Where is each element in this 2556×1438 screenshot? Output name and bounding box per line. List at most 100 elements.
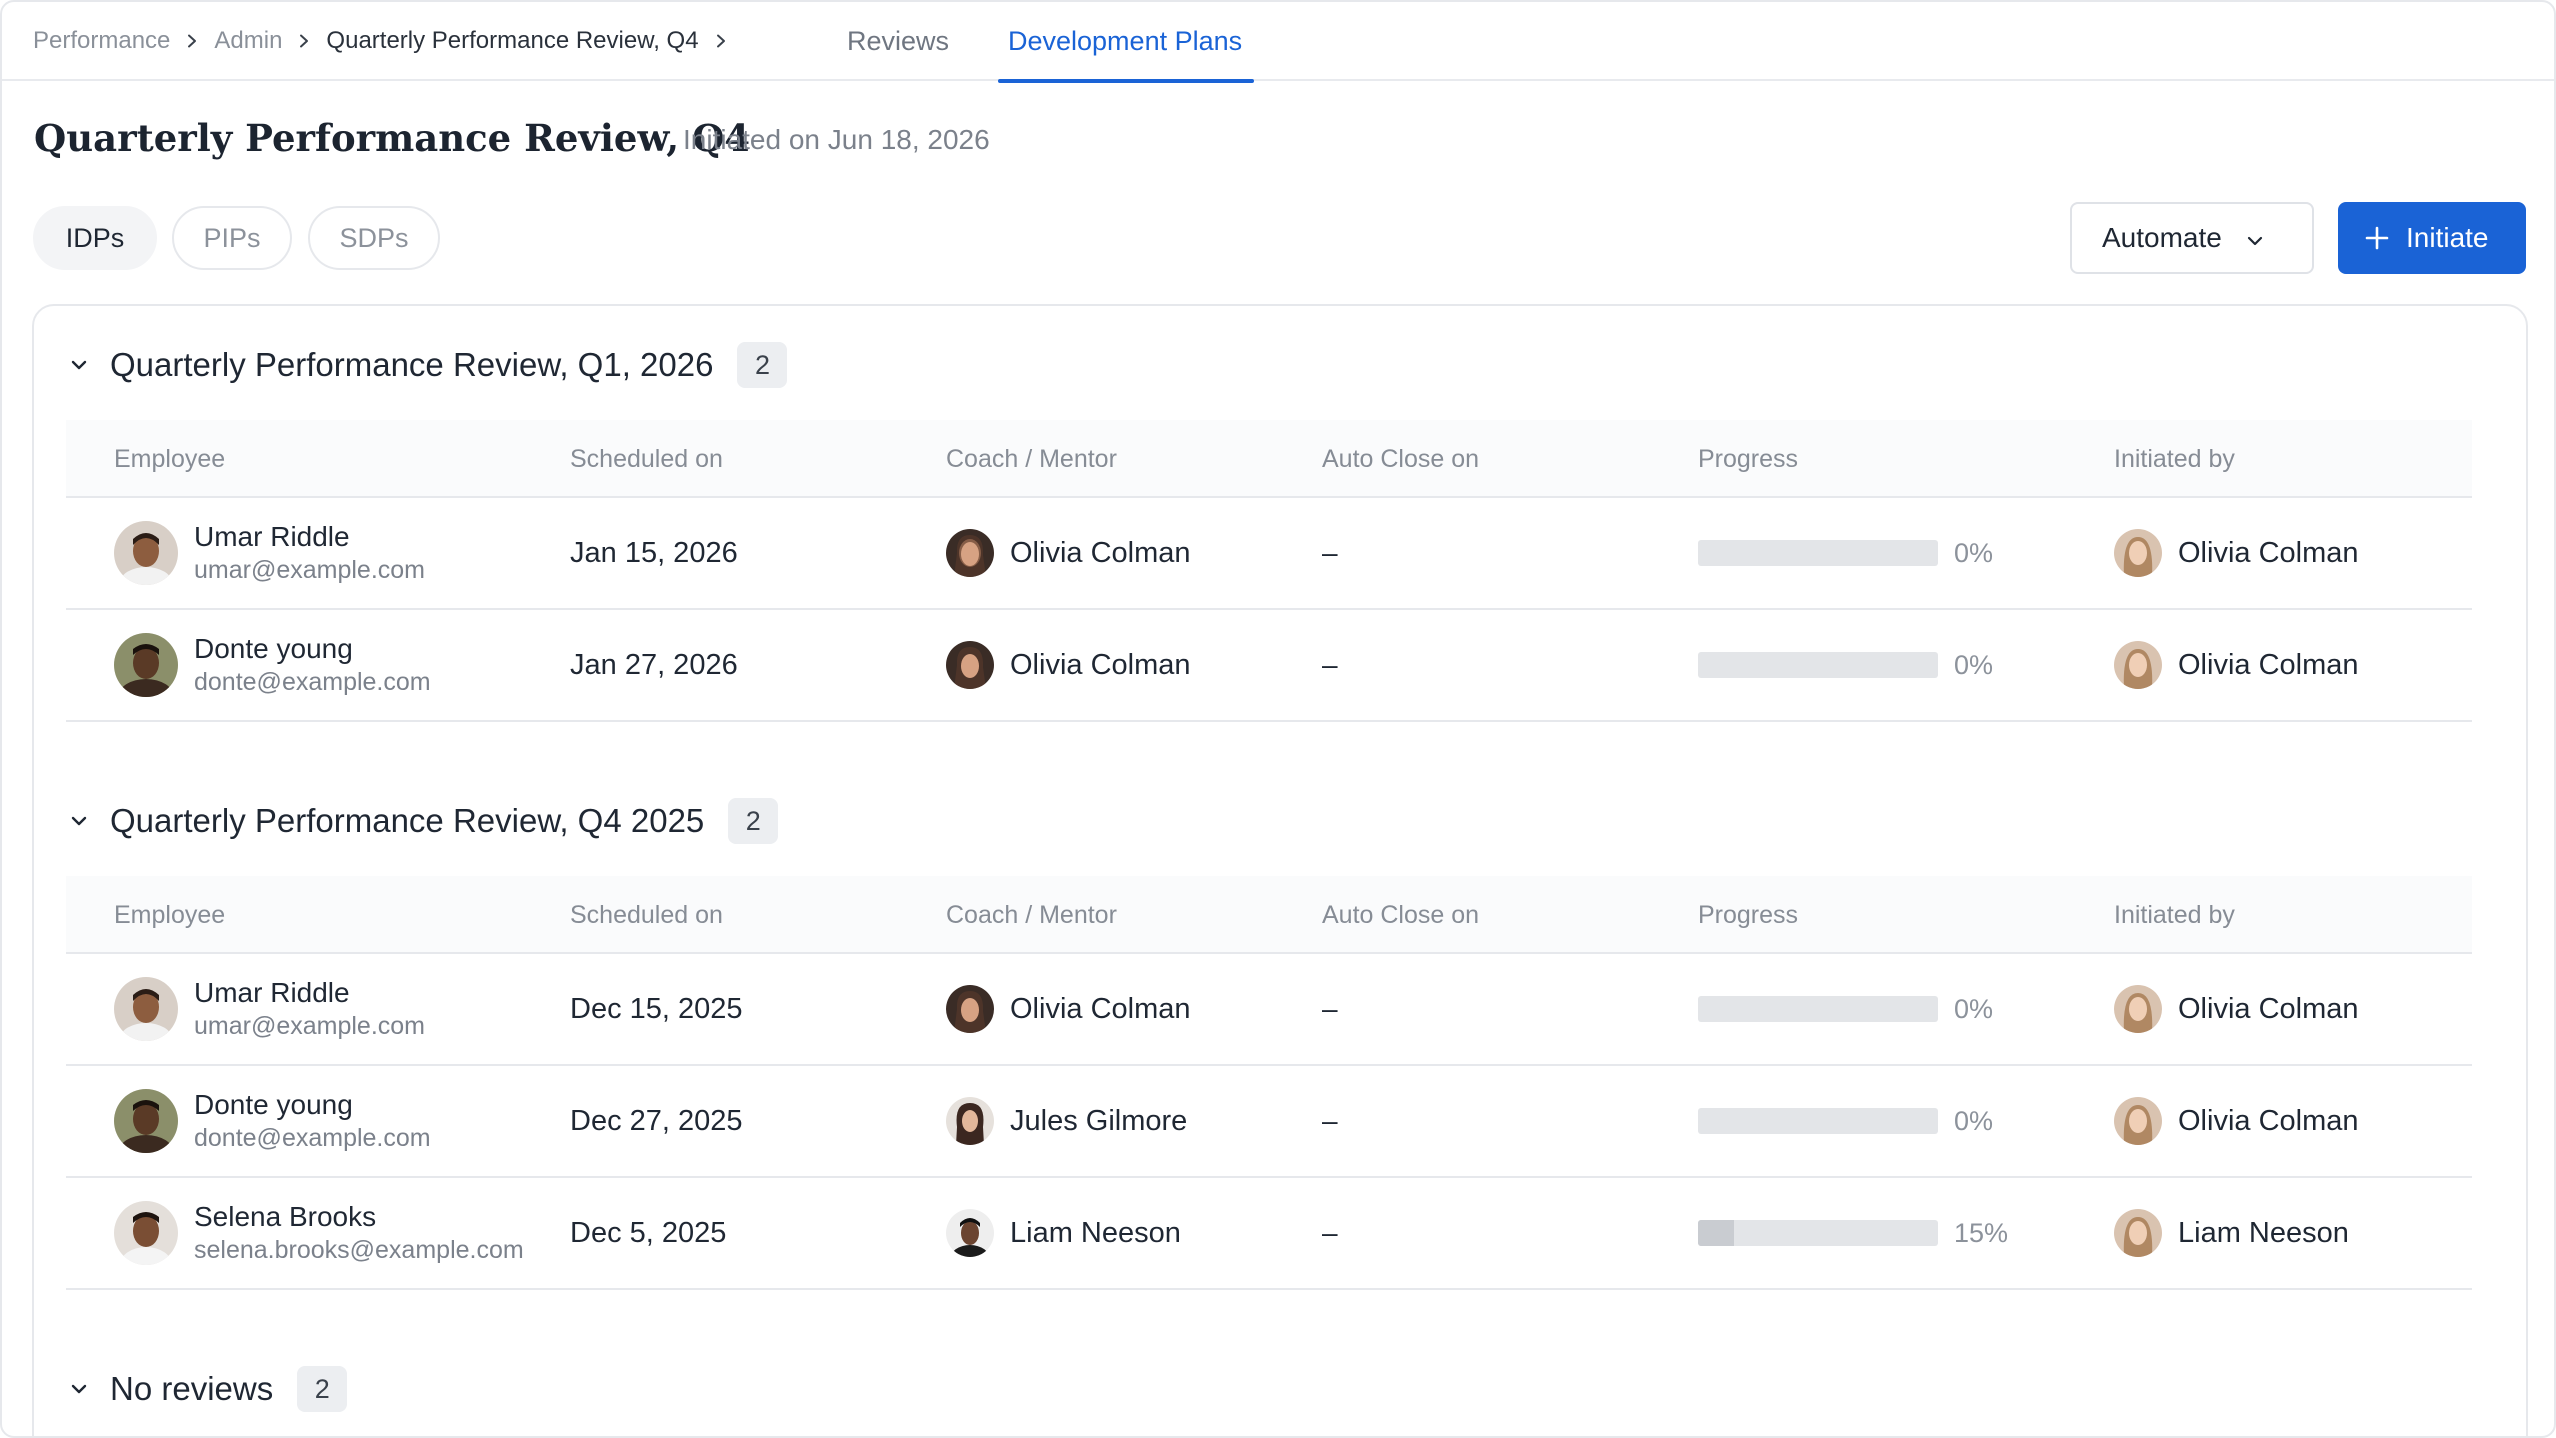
employee-name: Donte young xyxy=(194,633,353,664)
breadcrumb-performance[interactable]: Performance xyxy=(33,27,170,55)
col-employee: Employee xyxy=(114,444,226,473)
employee-email: selena.brooks@example.com xyxy=(194,1236,524,1264)
group-count-badge: 2 xyxy=(728,798,779,844)
employee-email: donte@example.com xyxy=(194,668,431,696)
avatar xyxy=(114,633,178,697)
coach-cell: Olivia Colman xyxy=(946,954,1191,1064)
progress-cell: 0% xyxy=(1698,1066,1993,1176)
avatar xyxy=(946,985,994,1033)
group-title: Quarterly Performance Review, Q1, 2026 xyxy=(110,346,714,383)
progress-bar xyxy=(1698,996,1938,1022)
breadcrumb-current[interactable]: Quarterly Performance Review, Q4 xyxy=(326,27,698,55)
top-navigation: Performance Admin Quarterly Performance … xyxy=(2,2,2554,83)
tab-development-plans[interactable]: Development Plans xyxy=(997,2,1255,83)
initiate-button[interactable]: Initiate xyxy=(2338,202,2526,274)
tab-reviews[interactable]: Reviews xyxy=(847,2,949,81)
coach-cell: Jules Gilmore xyxy=(946,1066,1187,1176)
col-auto-close-on: Auto Close on xyxy=(1322,900,1480,929)
group-title: No reviews xyxy=(110,1370,274,1407)
progress-label: 15% xyxy=(1954,1217,2009,1248)
auto-close-value: – xyxy=(1322,537,1338,568)
group-header[interactable]: No reviews 2 xyxy=(68,1366,348,1412)
progress-bar xyxy=(1698,1108,1938,1134)
col-initiated-by: Initiated by xyxy=(2114,444,2235,473)
group-title: Quarterly Performance Review, Q4 2025 xyxy=(110,802,705,839)
avatar xyxy=(2114,1097,2162,1145)
avatar xyxy=(946,1097,994,1145)
progress-cell: 15% xyxy=(1698,1178,2008,1288)
initiator-name: Liam Neeson xyxy=(2178,1216,2349,1249)
initiator-name: Olivia Colman xyxy=(2178,536,2359,569)
employee-name: Selena Brooks xyxy=(194,1201,377,1232)
pill-idps[interactable]: IDPs xyxy=(33,206,157,270)
initiator-name: Olivia Colman xyxy=(2178,992,2359,1025)
app-window: Performance Admin Quarterly Performance … xyxy=(0,0,2556,1438)
col-initiated-by: Initiated by xyxy=(2114,900,2235,929)
avatar xyxy=(114,977,178,1041)
coach-cell: Liam Neeson xyxy=(946,1178,1181,1288)
table-row[interactable]: Umar Riddle umar@example.com Jan 15, 2026… xyxy=(66,498,2472,610)
progress-cell: 0% xyxy=(1698,954,1993,1064)
col-coach-mentor: Coach / Mentor xyxy=(946,900,1117,929)
group-header[interactable]: Quarterly Performance Review, Q1, 2026 2 xyxy=(68,342,788,388)
table-row[interactable]: Donte young donte@example.com Jan 27, 202… xyxy=(66,610,2472,722)
initiated-by-cell: Olivia Colman xyxy=(2114,498,2359,608)
table-row[interactable]: Umar Riddle umar@example.com Dec 15, 2025… xyxy=(66,954,2472,1066)
avatar xyxy=(946,1209,994,1257)
employee-cell[interactable]: Selena Brooks selena.brooks@example.com xyxy=(114,1178,524,1288)
table-row[interactable]: Donte young donte@example.com Dec 27, 202… xyxy=(66,1066,2472,1178)
initiator-name: Olivia Colman xyxy=(2178,648,2359,681)
col-scheduled-on: Scheduled on xyxy=(570,900,723,929)
breadcrumb-admin[interactable]: Admin xyxy=(214,27,282,55)
progress-bar xyxy=(1698,540,1938,566)
col-progress: Progress xyxy=(1698,900,1799,929)
employee-cell[interactable]: Umar Riddle umar@example.com xyxy=(114,954,425,1064)
automate-label: Automate xyxy=(2102,222,2222,253)
employee-email: donte@example.com xyxy=(194,1124,431,1152)
avatar xyxy=(2114,529,2162,577)
initiate-label: Initiate xyxy=(2406,222,2489,253)
scheduled-date: Jan 15, 2026 xyxy=(570,536,738,569)
avatar xyxy=(114,521,178,585)
initiator-name: Olivia Colman xyxy=(2178,1104,2359,1137)
avatar xyxy=(114,1089,178,1153)
auto-close-value: – xyxy=(1322,649,1338,680)
avatar xyxy=(114,1201,178,1265)
coach-name: Olivia Colman xyxy=(1010,536,1191,569)
coach-cell: Olivia Colman xyxy=(946,498,1191,608)
scheduled-date: Dec 27, 2025 xyxy=(570,1104,743,1137)
coach-cell: Olivia Colman xyxy=(946,610,1191,720)
auto-close-value: – xyxy=(1322,1105,1338,1136)
coach-name: Olivia Colman xyxy=(1010,648,1191,681)
chevron-down-icon[interactable] xyxy=(68,810,90,832)
automate-button[interactable]: Automate xyxy=(2070,202,2314,274)
table-row[interactable]: Selena Brooks selena.brooks@example.com D… xyxy=(66,1178,2472,1290)
col-progress: Progress xyxy=(1698,444,1799,473)
progress-cell: 0% xyxy=(1698,610,1993,720)
auto-close-value: – xyxy=(1322,1217,1338,1248)
avatar xyxy=(946,529,994,577)
pill-pips[interactable]: PIPs xyxy=(172,206,292,270)
page-title: Quarterly Performance Review, Q4 xyxy=(34,116,751,160)
chevron-down-icon[interactable] xyxy=(68,354,90,376)
progress-label: 0% xyxy=(1954,993,1994,1024)
initiated-by-cell: Liam Neeson xyxy=(2114,1178,2349,1288)
progress-label: 0% xyxy=(1954,1105,1994,1136)
employee-cell[interactable]: Donte young donte@example.com xyxy=(114,1066,431,1176)
chevron-right-icon xyxy=(282,26,326,56)
chevron-down-icon[interactable] xyxy=(68,1378,90,1400)
group-header[interactable]: Quarterly Performance Review, Q4 2025 2 xyxy=(68,798,779,844)
chevron-down-icon xyxy=(2247,236,2263,246)
employee-name: Donte young xyxy=(194,1089,353,1120)
coach-name: Jules Gilmore xyxy=(1010,1104,1188,1137)
initiated-by-cell: Olivia Colman xyxy=(2114,954,2359,1064)
avatar xyxy=(946,641,994,689)
progress-bar xyxy=(1698,1220,1938,1246)
employee-cell[interactable]: Umar Riddle umar@example.com xyxy=(114,498,425,608)
pill-sdps[interactable]: SDPs xyxy=(308,206,440,270)
avatar xyxy=(2114,641,2162,689)
page-subtitle: Initiated on Jun 18, 2026 xyxy=(683,124,990,155)
employee-cell[interactable]: Donte young donte@example.com xyxy=(114,610,431,720)
initiated-by-cell: Olivia Colman xyxy=(2114,610,2359,720)
scheduled-date: Dec 5, 2025 xyxy=(570,1216,727,1249)
